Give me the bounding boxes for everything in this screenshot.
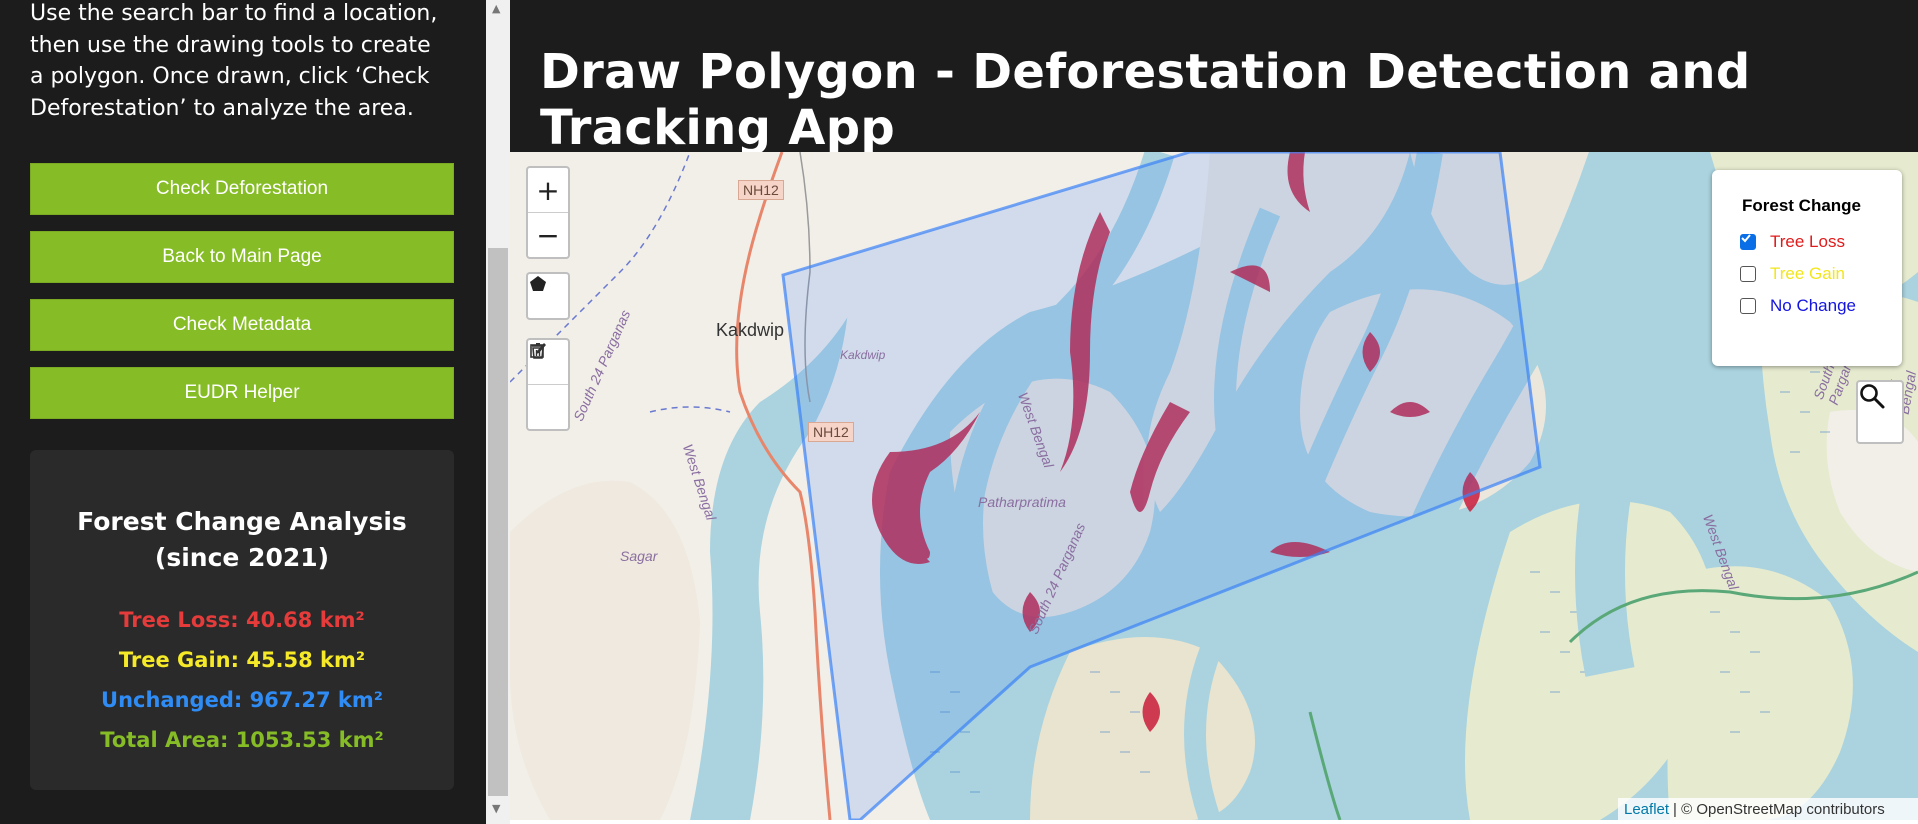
sidebar: Use the search bar to find a location, t… [0, 0, 486, 824]
map-attribution: Leaflet | © OpenStreetMap contributors [1618, 798, 1918, 820]
scroll-down-icon[interactable]: ▼ [492, 802, 500, 815]
analysis-title-line1: Forest Change Analysis [77, 507, 407, 536]
unchanged-stat: Unchanged: 967.27 km² [101, 688, 383, 712]
back-to-main-button[interactable]: Back to Main Page [30, 231, 454, 283]
forest-analysis-panel: Forest Change Analysis (since 2021) Tree… [30, 450, 454, 790]
legend-label-no-change: No Change [1770, 296, 1857, 315]
check-deforestation-button[interactable]: Check Deforestation [30, 163, 454, 215]
sidebar-scrollbar[interactable]: ▲ ▼ [486, 0, 510, 824]
analysis-title-line2: (since 2021) [154, 543, 330, 572]
edit-toolbar [526, 338, 570, 431]
zoom-in-button[interactable]: + [528, 168, 568, 213]
tree-loss-checkbox[interactable] [1740, 234, 1756, 250]
map-search-button[interactable] [1856, 380, 1904, 444]
legend-item-no-change[interactable]: No Change [1740, 296, 1856, 316]
scroll-thumb[interactable] [488, 248, 508, 796]
leaflet-link[interactable]: Leaflet [1624, 801, 1669, 818]
legend-label-tree-gain: Tree Gain [1770, 264, 1845, 283]
polygon-icon [530, 276, 546, 291]
page-title: Draw Polygon - Deforestation Detection a… [540, 44, 1751, 156]
map-tiles [510, 152, 1918, 820]
eudr-helper-button[interactable]: EUDR Helper [30, 367, 454, 419]
no-change-checkbox[interactable] [1740, 298, 1756, 314]
scroll-up-icon[interactable]: ▲ [492, 2, 500, 15]
draw-toolbar [526, 272, 570, 320]
zoom-control: + − [526, 166, 570, 259]
draw-polygon-button[interactable] [528, 274, 568, 318]
map-label-sagar: Sagar [620, 548, 658, 564]
total-area-stat: Total Area: 1053.53 km² [100, 728, 384, 752]
legend-label-tree-loss: Tree Loss [1770, 232, 1845, 251]
search-icon [1860, 384, 1885, 409]
legend-item-tree-gain[interactable]: Tree Gain [1740, 264, 1845, 284]
legend-item-tree-loss[interactable]: Tree Loss [1740, 232, 1845, 252]
tree-gain-checkbox[interactable] [1740, 266, 1756, 282]
instructions-text: Use the search bar to find a location, t… [30, 1, 438, 121]
map-label-kakdwip-small: Kakdwip [840, 348, 886, 362]
map-view[interactable]: Kakdwip Kakdwip NH12 NH12 South 24 Parga… [510, 152, 1918, 820]
attribution-text: | © OpenStreetMap contributors [1673, 800, 1885, 818]
check-metadata-button[interactable]: Check Metadata [30, 299, 454, 351]
map-label-kakdwip: Kakdwip [716, 320, 785, 340]
tree-loss-stat: Tree Loss: 40.68 km² [119, 608, 365, 632]
road-shield-nh12-mid: NH12 [808, 422, 854, 442]
forest-change-legend: Forest Change Tree Loss Tree Gain No Cha… [1712, 170, 1902, 366]
road-shield-nh12-top: NH12 [738, 180, 784, 200]
analysis-title: Forest Change Analysis (since 2021) [30, 504, 454, 576]
trash-icon [532, 343, 544, 359]
page-header: Draw Polygon - Deforestation Detection a… [510, 0, 1918, 156]
delete-layers-button[interactable] [528, 343, 568, 429]
check-icon [1741, 234, 1751, 243]
zoom-out-button[interactable]: − [528, 213, 568, 257]
legend-title: Forest Change [1742, 196, 1862, 215]
tree-gain-stat: Tree Gain: 45.58 km² [118, 648, 366, 672]
map-label-patharpratima: Patharpratima [978, 494, 1066, 510]
